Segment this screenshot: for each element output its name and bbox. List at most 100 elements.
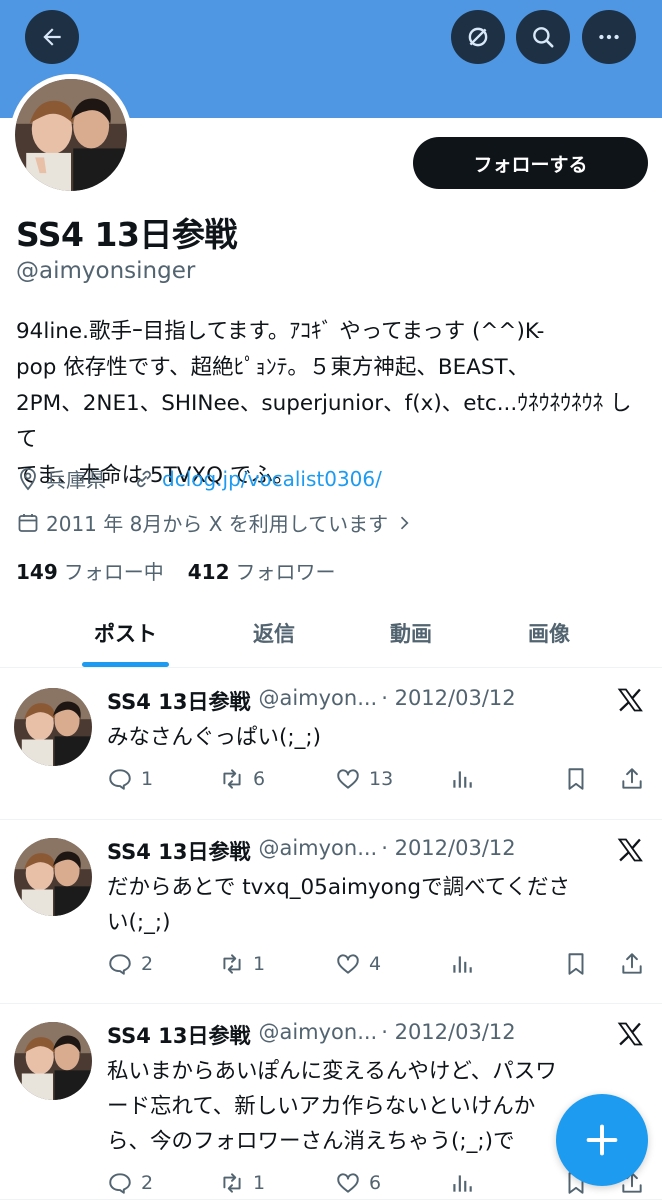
post-date: · 2012/03/12 bbox=[381, 836, 516, 860]
post-avatar[interactable] bbox=[14, 688, 92, 766]
chevron-right-icon bbox=[401, 516, 409, 529]
profile-handle: @aimyonsinger bbox=[16, 258, 196, 284]
x-logo-icon bbox=[617, 838, 643, 862]
repost-icon bbox=[223, 769, 241, 789]
post-text: だからあとで tvxq_05aimyongで調べてくださ い(;_;) bbox=[107, 870, 647, 940]
views-button[interactable] bbox=[449, 1170, 483, 1196]
hide-icon bbox=[468, 27, 488, 47]
tab-replies[interactable]: 返信 bbox=[232, 610, 316, 668]
followers-link[interactable]: 412 フォロワー bbox=[188, 556, 336, 585]
bookmark-icon bbox=[568, 768, 584, 790]
like-button[interactable]: 4 bbox=[335, 951, 381, 977]
post-actions: 2 1 6 bbox=[107, 1170, 647, 1200]
x-logo bbox=[616, 1020, 644, 1048]
post-author-handle: @aimyon... bbox=[258, 836, 378, 860]
share-icon bbox=[622, 768, 642, 789]
reply-icon bbox=[109, 1173, 131, 1194]
compose-button[interactable] bbox=[556, 1094, 648, 1186]
active-tab-indicator bbox=[82, 662, 169, 667]
reply-count: 2 bbox=[141, 953, 154, 975]
avatar-photo bbox=[14, 688, 92, 766]
x-logo-icon bbox=[617, 1022, 643, 1046]
like-count: 13 bbox=[369, 768, 394, 790]
views-button[interactable] bbox=[449, 766, 483, 792]
reply-count: 1 bbox=[141, 768, 154, 790]
like-count: 4 bbox=[369, 953, 382, 975]
following-label: フォロー中 bbox=[63, 560, 164, 584]
like-icon bbox=[337, 954, 359, 974]
more-button[interactable] bbox=[582, 10, 636, 64]
post-date: · 2012/03/12 bbox=[381, 686, 516, 710]
x-logo bbox=[616, 836, 644, 864]
profile-avatar[interactable] bbox=[10, 74, 132, 196]
post-avatar[interactable] bbox=[14, 838, 92, 916]
arrow-left-icon bbox=[43, 28, 61, 46]
repost-button[interactable]: 1 bbox=[219, 1170, 265, 1196]
tab-images[interactable]: 画像 bbox=[506, 610, 592, 668]
back-button[interactable] bbox=[25, 10, 79, 64]
like-button[interactable]: 6 bbox=[335, 1170, 381, 1196]
hide-button[interactable] bbox=[451, 10, 505, 64]
reply-button[interactable]: 2 bbox=[107, 1170, 153, 1196]
follow-button[interactable]: フォローする bbox=[413, 137, 648, 189]
post-author-handle: @aimyon... bbox=[258, 686, 378, 710]
followers-label: フォロワー bbox=[235, 560, 336, 584]
joined-row[interactable]: 2011 年 8月から X を利用しています bbox=[16, 508, 420, 537]
post-actions: 1 6 13 bbox=[107, 766, 647, 798]
search-button[interactable] bbox=[516, 10, 570, 64]
post-actions: 2 1 4 bbox=[107, 951, 647, 983]
post-item[interactable]: SS4 13日参戦 @aimyon... · 2012/03/12 私いまからあ… bbox=[0, 1004, 662, 1200]
profile-tabs: ポスト 返信 動画 画像 bbox=[0, 610, 662, 668]
post-item[interactable]: SS4 13日参戦 @aimyon... · 2012/03/12 だからあとで… bbox=[0, 820, 662, 1004]
views-icon bbox=[453, 956, 472, 973]
avatar-photo bbox=[15, 79, 127, 191]
views-button[interactable] bbox=[449, 951, 483, 977]
x-logo bbox=[616, 686, 644, 714]
post-author-name[interactable]: SS4 13日参戦 bbox=[107, 1020, 250, 1050]
repost-button[interactable]: 6 bbox=[219, 766, 265, 792]
reply-count: 2 bbox=[141, 1172, 154, 1194]
post-text-line: みなさんぐっぱい(;_;) bbox=[107, 725, 322, 750]
following-link[interactable]: 149 フォロー中 bbox=[16, 556, 164, 585]
like-button[interactable]: 13 bbox=[335, 766, 393, 792]
reply-icon bbox=[109, 769, 131, 790]
website-link[interactable]: dclog.jp/vocalist0306/ bbox=[162, 467, 382, 491]
share-button[interactable] bbox=[619, 951, 653, 977]
profile-meta-row: 兵庫県 dclog.jp/vocalist0306/ bbox=[16, 464, 382, 493]
link-icon bbox=[137, 470, 151, 487]
avatar-photo bbox=[14, 838, 92, 916]
tab-videos[interactable]: 動画 bbox=[368, 610, 454, 668]
followers-count: 412 bbox=[187, 560, 230, 584]
post-text-line: だからあとで tvxq_05aimyongで調べてくださ bbox=[107, 875, 571, 900]
post-author-name[interactable]: SS4 13日参戦 bbox=[107, 686, 250, 716]
bookmark-button[interactable] bbox=[563, 766, 597, 792]
repost-button[interactable]: 1 bbox=[219, 951, 265, 977]
location-icon bbox=[20, 467, 36, 490]
like-icon bbox=[337, 769, 359, 789]
bio-line: 2PM、2NE1、SHINee、superjunior、f(x)、etc...ｳ… bbox=[16, 391, 632, 452]
reply-icon bbox=[109, 954, 131, 975]
share-button[interactable] bbox=[619, 766, 653, 792]
post-header: SS4 13日参戦 @aimyon... · 2012/03/12 bbox=[107, 686, 516, 716]
views-icon bbox=[453, 771, 472, 788]
calendar-icon bbox=[18, 513, 38, 532]
like-count: 6 bbox=[369, 1172, 382, 1194]
repost-count: 1 bbox=[253, 953, 266, 975]
tab-posts[interactable]: ポスト bbox=[82, 610, 169, 668]
bookmark-button[interactable] bbox=[563, 951, 597, 977]
reply-button[interactable]: 1 bbox=[107, 766, 153, 792]
bio-line: 94line.歌手ｰ目指してます。ｱｺｷﾞ やってまっす (^^)K- bbox=[16, 319, 545, 344]
post-item[interactable]: SS4 13日参戦 @aimyon... · 2012/03/12 みなさんぐっ… bbox=[0, 670, 662, 820]
avatar-photo bbox=[14, 1022, 92, 1100]
reply-button[interactable]: 2 bbox=[107, 951, 153, 977]
post-date: · 2012/03/12 bbox=[381, 1020, 516, 1044]
views-icon bbox=[453, 1175, 472, 1192]
post-author-name[interactable]: SS4 13日参戦 bbox=[107, 836, 250, 866]
post-author-handle: @aimyon... bbox=[258, 1020, 378, 1044]
location-text: 兵庫県 bbox=[46, 468, 106, 492]
post-avatar[interactable] bbox=[14, 1022, 92, 1100]
repost-icon bbox=[223, 954, 241, 974]
post-header: SS4 13日参戦 @aimyon... · 2012/03/12 bbox=[107, 836, 516, 866]
more-icon bbox=[599, 34, 619, 40]
bio-line: pop 依存性です、超絶ﾋﾟｮﾝﾃ。５東方神起、BEAST、 bbox=[16, 355, 530, 380]
